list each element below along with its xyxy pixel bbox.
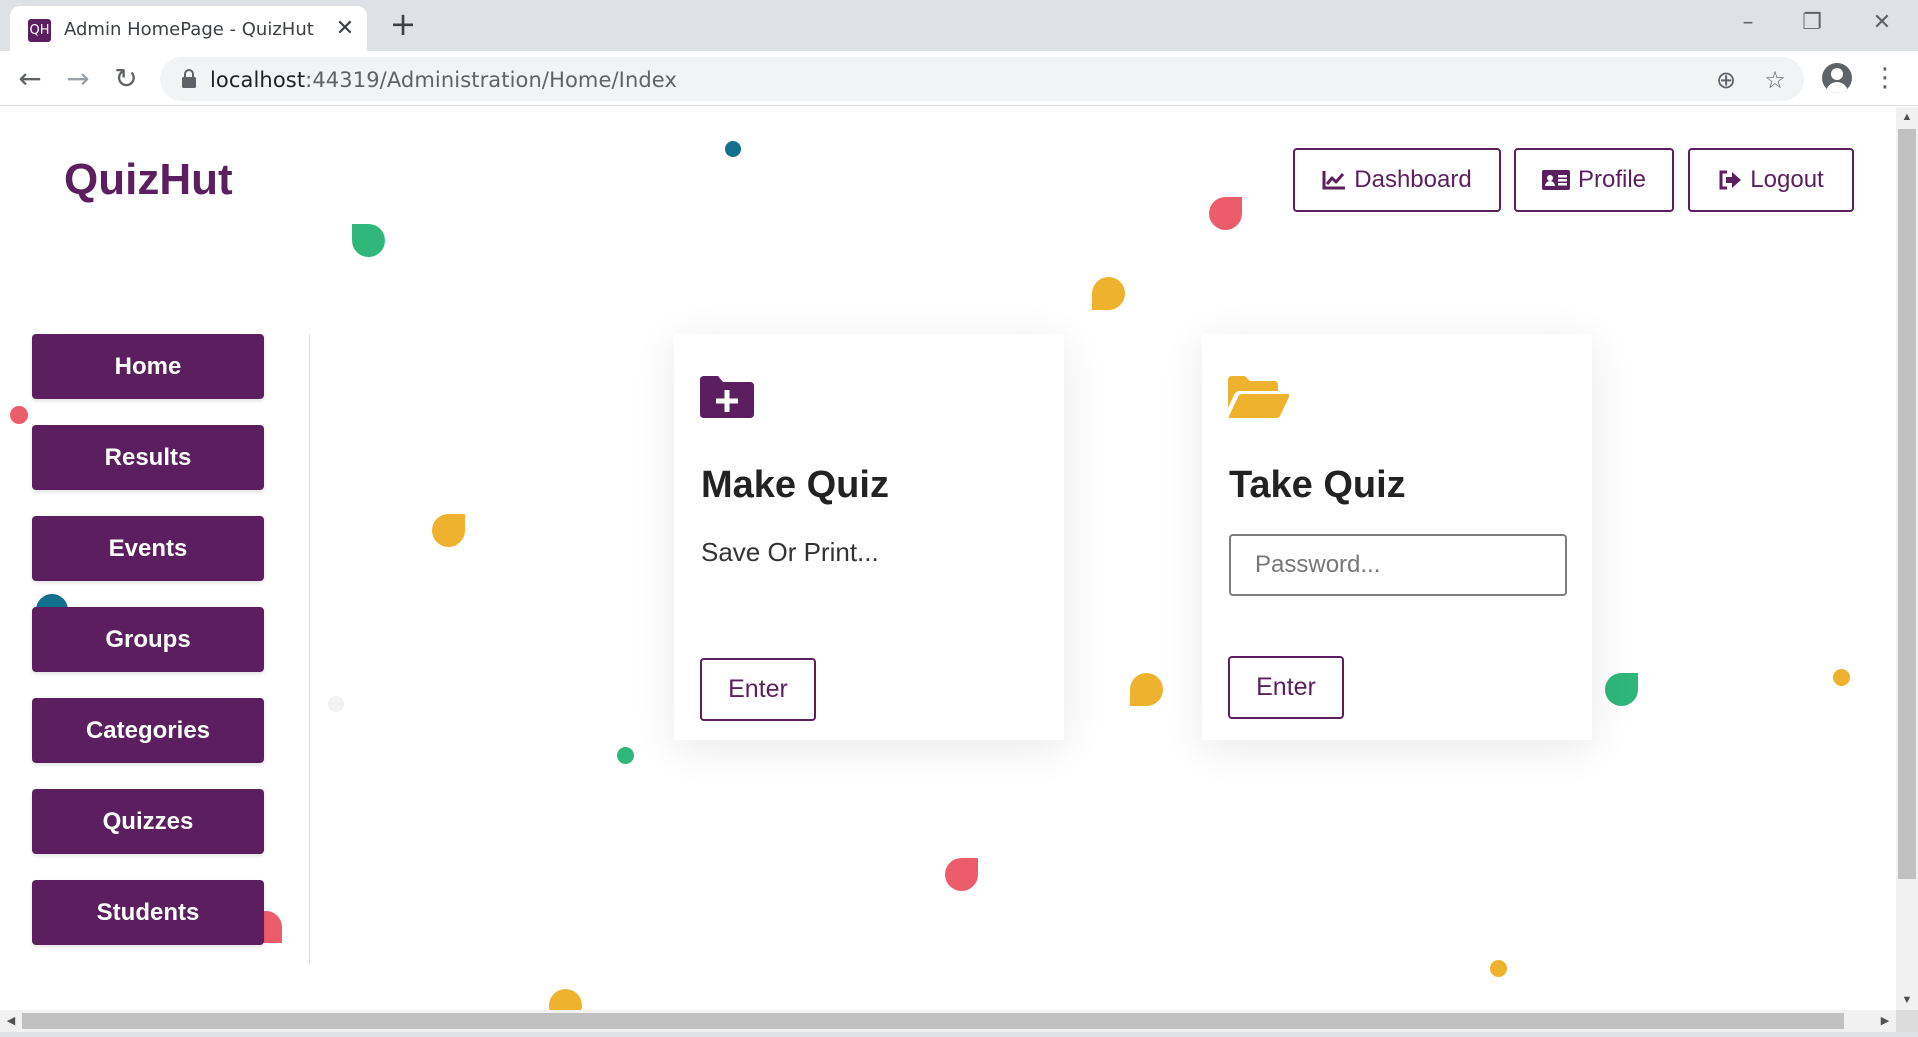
make-quiz-card: Make Quiz Save Or Print... Enter [674,334,1064,740]
zoom-icon[interactable]: ⊕ [1711,65,1741,95]
reload-icon[interactable]: ↻ [108,61,144,97]
minimize-icon[interactable]: – [1726,6,1770,40]
scroll-down-icon[interactable]: ▼ [1896,990,1918,1010]
horizontal-scrollbar[interactable]: ◀ ▶ [0,1010,1896,1032]
forward-icon[interactable]: → [60,61,96,97]
enter-label: Enter [728,675,788,703]
sidebar-item-label: Events [108,534,188,562]
make-quiz-title: Make Quiz [701,464,889,506]
decor-drop [352,224,385,257]
horizontal-scroll-thumb[interactable] [22,1013,1844,1029]
window-bottom-edge [0,1032,1918,1037]
brand-logo[interactable]: QuizHut [64,155,233,205]
quiz-password-input[interactable] [1229,534,1567,596]
sign-out-icon [1719,170,1742,190]
browser-tab-bar: QH Admin HomePage - QuizHut ✕ + – ❐ ✕ [0,0,1918,51]
profile-label: Profile [1577,166,1647,193]
dashboard-label: Dashboard [1354,166,1472,193]
bookmark-star-icon[interactable]: ☆ [1760,65,1790,95]
profile-button[interactable]: Profile [1514,148,1674,212]
vertical-scroll-thumb[interactable] [1898,129,1916,879]
lock-icon [182,69,196,88]
sidebar-item-groups[interactable]: Groups [32,607,264,672]
scrollbar-corner [1896,1010,1918,1032]
new-tab-icon[interactable]: + [388,8,418,40]
decor-dot [10,406,28,424]
address-bar[interactable]: localhost:44319/Administration/Home/Inde… [160,57,1804,101]
tab-title: Admin HomePage - QuizHut [64,19,314,40]
decor-dot [725,141,741,157]
line-chart-icon [1322,171,1346,190]
sidebar-item-students[interactable]: Students [32,880,264,945]
decor-dot [328,696,344,712]
scroll-up-icon[interactable]: ▲ [1896,107,1918,127]
url-host: localhost [210,68,306,92]
make-quiz-enter-button[interactable]: Enter [700,658,816,721]
enter-label: Enter [1256,673,1316,701]
sidebar-item-label: Groups [105,625,191,653]
take-quiz-title: Take Quiz [1229,464,1406,506]
close-window-icon[interactable]: ✕ [1860,6,1904,40]
sidebar-divider [309,334,310,964]
scroll-left-icon[interactable]: ◀ [0,1010,22,1032]
dashboard-button[interactable]: Dashboard [1293,148,1501,212]
url-path: :44319/Administration/Home/Index [305,68,677,92]
decor-drop [1209,197,1242,230]
vertical-scrollbar[interactable]: ▲ ▼ [1896,107,1918,1010]
decor-dot [617,747,634,764]
decor-drop [945,858,978,891]
browser-toolbar: ← → ↻ localhost:44319/Administration/Hom… [0,51,1918,106]
url-text: localhost:44319/Administration/Home/Inde… [210,68,677,92]
sidebar-item-label: Students [96,898,200,926]
sidebar-item-quizzes[interactable]: Quizzes [32,789,264,854]
take-quiz-enter-button[interactable]: Enter [1228,656,1344,719]
sidebar-item-label: Results [104,443,192,471]
page-content: QuizHut Dashboard Profile Logout Home Re… [0,107,1896,1010]
decor-drop [1605,673,1638,706]
id-card-icon [1541,170,1570,190]
decor-drop [1130,673,1163,706]
close-tab-icon[interactable]: ✕ [333,16,357,40]
sidebar-item-categories[interactable]: Categories [32,698,264,763]
scroll-right-icon[interactable]: ▶ [1874,1010,1896,1032]
make-quiz-subtitle: Save Or Print... [701,537,879,567]
browser-menu-icon[interactable]: ⋮ [1872,61,1898,95]
browser-tab[interactable]: QH Admin HomePage - QuizHut ✕ [10,6,367,51]
sidebar-item-results[interactable]: Results [32,425,264,490]
folder-open-icon [1228,376,1290,418]
favicon-icon: QH [28,19,51,42]
take-quiz-card: Take Quiz Enter [1202,334,1592,740]
sidebar-item-events[interactable]: Events [32,516,264,581]
sidebar-item-label: Categories [85,716,211,744]
sidebar-item-label: Home [114,352,182,380]
logout-label: Logout [1750,166,1824,193]
account-avatar-icon[interactable] [1822,63,1852,93]
restore-icon[interactable]: ❐ [1790,6,1834,40]
decor-drop [432,514,465,547]
sidebar-item-home[interactable]: Home [32,334,264,399]
decor-drop [549,989,582,1010]
sidebar-item-label: Quizzes [102,807,194,835]
decor-drop [1092,277,1125,310]
folder-plus-icon [700,376,754,418]
logout-button[interactable]: Logout [1688,148,1854,212]
decor-dot [1833,669,1850,686]
back-icon[interactable]: ← [12,61,48,97]
decor-dot [1490,960,1507,977]
